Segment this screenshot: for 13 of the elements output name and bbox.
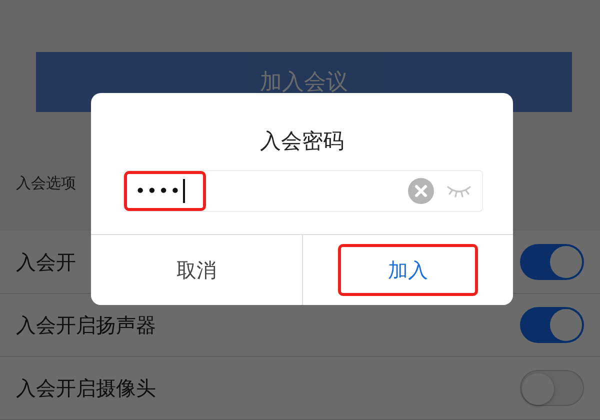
dialog-title: 入会密码 xyxy=(259,128,345,155)
toggle-switch[interactable] xyxy=(520,244,584,280)
toggle-switch[interactable] xyxy=(520,370,584,406)
option-label: 入会开启摄像头 xyxy=(16,374,156,402)
option-label: 入会开启扬声器 xyxy=(16,312,156,338)
join-button[interactable]: 加入 xyxy=(302,235,513,305)
password-field[interactable]: •••• xyxy=(123,170,483,212)
clear-icon[interactable] xyxy=(408,178,434,204)
toggle-switch[interactable] xyxy=(520,307,584,343)
section-label: 入会选项 xyxy=(16,173,76,194)
option-label: 入会开 xyxy=(16,248,76,276)
eye-closed-icon[interactable] xyxy=(446,184,472,198)
password-value: •••• xyxy=(124,171,206,211)
